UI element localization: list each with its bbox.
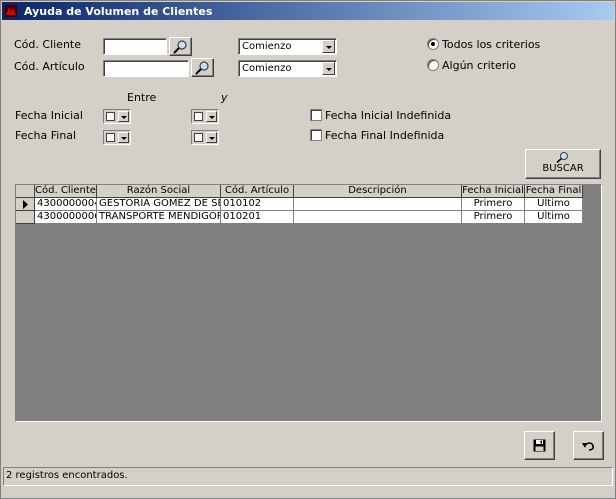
chevron-down-icon[interactable] — [118, 132, 129, 143]
cod-articulo-match-value: Comienzo — [242, 63, 292, 74]
table-cell[interactable]: 010102 — [221, 198, 294, 211]
table-cell[interactable]: Ultimo — [525, 198, 583, 211]
todos-criterios-radio[interactable] — [427, 38, 439, 50]
magnifier-icon — [173, 40, 187, 54]
date-checkbox[interactable] — [106, 133, 115, 142]
status-bar: 2 registros encontrados. — [3, 467, 613, 486]
row-indicator[interactable] — [16, 211, 35, 224]
magnifier-icon — [195, 61, 209, 75]
fecha-final-label: Fecha Final — [15, 129, 77, 142]
column-header[interactable]: Fecha Inicial — [462, 185, 525, 198]
table-cell[interactable]: Ultimo — [525, 211, 583, 224]
main-window: Ayuda de Volumen de Clientes Cód. Client… — [0, 0, 616, 499]
fecha-inicial-indefinida-checkbox[interactable] — [310, 109, 322, 121]
cod-cliente-search-button[interactable] — [169, 37, 192, 56]
results-grid[interactable]: Cód. Cliente Razón Social Cód. Artículo … — [15, 184, 602, 422]
date-checkbox[interactable] — [194, 133, 203, 142]
table-cell[interactable] — [294, 198, 462, 211]
column-header[interactable]: Razón Social — [97, 185, 221, 198]
cod-articulo-label: Cód. Artículo — [14, 60, 85, 73]
y-label: y — [221, 91, 228, 104]
fecha-inicial-desde-picker[interactable] — [103, 109, 131, 124]
table-cell[interactable]: Primero — [462, 211, 525, 224]
column-header[interactable]: Cód. Cliente — [35, 185, 97, 198]
current-row-arrow-icon — [23, 200, 28, 209]
date-checkbox[interactable] — [194, 112, 203, 121]
table-cell[interactable] — [294, 211, 462, 224]
window-title: Ayuda de Volumen de Clientes — [24, 5, 213, 18]
title-bar: Ayuda de Volumen de Clientes — [2, 2, 614, 20]
table-cell[interactable]: 4300000006 — [35, 211, 97, 224]
undo-arrow-icon — [582, 442, 594, 451]
fecha-final-desde-picker[interactable] — [103, 130, 131, 145]
chevron-down-icon[interactable] — [206, 111, 217, 122]
row-indicator[interactable] — [16, 198, 35, 211]
column-header[interactable]: Cód. Artículo — [221, 185, 294, 198]
fecha-final-indefinida-label[interactable]: Fecha Final Indefinida — [325, 129, 444, 142]
fecha-final-hasta-picker[interactable] — [191, 130, 219, 145]
table-cell[interactable]: 4300000004 — [35, 198, 97, 211]
app-icon — [5, 5, 17, 17]
fecha-final-indefinida-checkbox[interactable] — [310, 129, 322, 141]
algun-criterio-label[interactable]: Algún criterio — [442, 59, 516, 72]
entre-label: Entre — [127, 91, 157, 104]
date-checkbox[interactable] — [106, 112, 115, 121]
status-text: 2 registros encontrados. — [6, 470, 128, 481]
column-header[interactable]: Fecha Final — [525, 185, 583, 198]
cod-articulo-input[interactable] — [103, 60, 189, 77]
grid-corner — [16, 185, 35, 198]
fecha-inicial-indefinida-label[interactable]: Fecha Inicial Indefinida — [325, 109, 451, 122]
cod-cliente-match-select[interactable]: Comienzo — [238, 38, 337, 55]
buscar-button-label: BUSCAR — [542, 163, 584, 174]
cod-cliente-match-value: Comienzo — [242, 41, 292, 52]
cod-articulo-match-select[interactable]: Comienzo — [238, 60, 337, 77]
column-header[interactable]: Descripción — [294, 185, 462, 198]
table-cell[interactable]: TRANSPORTE MENDIGORI — [97, 211, 221, 224]
table-cell[interactable]: 010201 — [221, 211, 294, 224]
chevron-down-icon[interactable] — [118, 111, 129, 122]
floppy-disk-icon — [533, 439, 546, 452]
algun-criterio-radio[interactable] — [427, 59, 439, 71]
fecha-inicial-label: Fecha Inicial — [15, 109, 83, 122]
cod-cliente-input[interactable] — [103, 38, 167, 55]
table-cell[interactable]: Primero — [462, 198, 525, 211]
todos-criterios-label[interactable]: Todos los criterios — [442, 38, 540, 51]
undo-button[interactable] — [573, 431, 604, 460]
table-cell[interactable]: GESTORIA GOMEZ DE SEG — [97, 198, 221, 211]
save-button[interactable] — [524, 431, 555, 460]
cod-cliente-label: Cód. Cliente — [14, 38, 81, 51]
buscar-button[interactable]: BUSCAR — [525, 149, 601, 179]
magnifier-icon — [556, 152, 568, 163]
chevron-down-icon[interactable] — [206, 132, 217, 143]
chevron-down-icon[interactable] — [322, 62, 335, 75]
fecha-inicial-hasta-picker[interactable] — [191, 109, 219, 124]
cod-articulo-search-button[interactable] — [191, 58, 214, 77]
chevron-down-icon[interactable] — [322, 40, 335, 53]
